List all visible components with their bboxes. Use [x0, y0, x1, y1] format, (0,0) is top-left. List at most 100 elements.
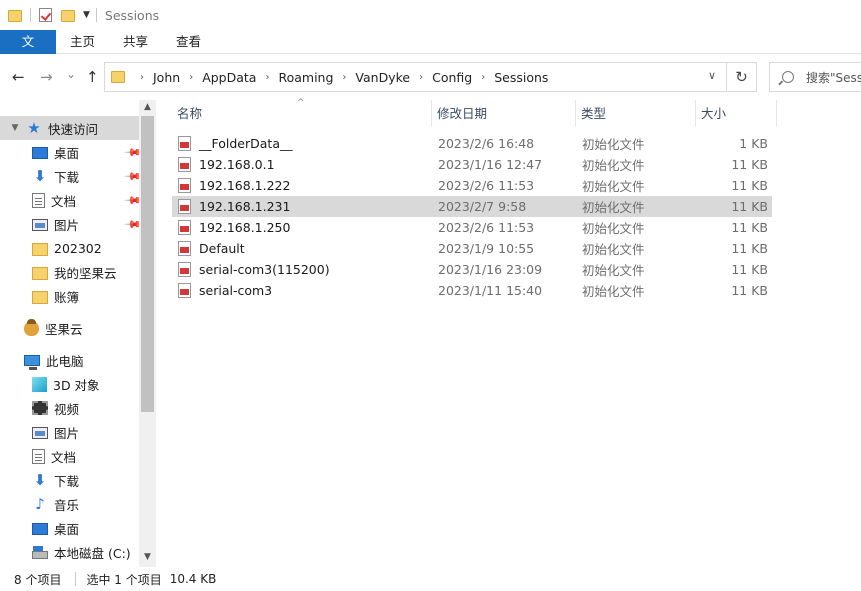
- chevron-down-icon[interactable]: ∨: [708, 69, 716, 82]
- folder-icon: [8, 8, 22, 22]
- sidebar-item-pictures[interactable]: 图片 📌: [0, 212, 142, 236]
- file-size: 11 KB: [731, 199, 768, 214]
- sidebar-item-label: 文档: [51, 449, 77, 465]
- tab-file[interactable]: 文件: [0, 30, 56, 73]
- sidebar-item-local-disk-c[interactable]: 本地磁盘 (C:): [0, 540, 139, 564]
- scroll-down-icon[interactable]: ▼: [139, 552, 156, 562]
- sidebar-item-my-nutstore[interactable]: 我的坚果云: [0, 260, 139, 284]
- video-icon: [32, 401, 48, 415]
- chevron-right-icon[interactable]: ›: [342, 72, 346, 83]
- properties-icon[interactable]: [39, 8, 53, 22]
- file-row[interactable]: 192.168.1.250 2023/2/6 11:53 初始化文件 11 KB: [172, 217, 772, 238]
- up-button[interactable]: ↑: [86, 68, 99, 86]
- new-folder-icon[interactable]: [61, 8, 75, 22]
- file-name: 192.168.1.250: [199, 220, 291, 235]
- file-row[interactable]: 192.168.1.222 2023/2/6 11:53 初始化文件 11 KB: [172, 175, 772, 196]
- sidebar-item-label: 音乐: [54, 497, 80, 513]
- file-name: 192.168.0.1: [199, 157, 275, 172]
- file-type: 初始化文件: [582, 179, 645, 194]
- chevron-right-icon[interactable]: ›: [265, 72, 269, 83]
- sidebar-item-pictures-pc[interactable]: 图片: [0, 420, 139, 444]
- chevron-right-icon[interactable]: ›: [419, 72, 423, 83]
- tab-share[interactable]: 共享: [109, 30, 162, 54]
- quick-access-dropdown-icon[interactable]: ▼: [83, 10, 90, 20]
- sidebar-item-documents[interactable]: 文档 📌: [0, 188, 142, 212]
- nutstore-icon: [24, 318, 39, 336]
- sidebar-item-documents-pc[interactable]: 文档: [0, 444, 139, 468]
- ini-file-icon: [178, 178, 191, 193]
- breadcrumb-item[interactable]: Config: [432, 70, 472, 85]
- file-size: 11 KB: [731, 220, 768, 235]
- sidebar-item-this-pc[interactable]: 此电脑: [0, 348, 139, 372]
- file-date: 2023/1/16 12:47: [438, 157, 543, 172]
- file-row[interactable]: Default 2023/1/9 10:55 初始化文件 11 KB: [172, 238, 772, 259]
- chevron-right-icon[interactable]: ›: [481, 72, 485, 83]
- file-list: __FolderData__ 2023/2/6 16:48 初始化文件 1 KB…: [172, 133, 772, 301]
- breadcrumb-item[interactable]: VanDyke: [355, 70, 410, 85]
- sidebar-scrollbar[interactable]: ▲ ▼: [139, 100, 156, 567]
- file-date: 2023/2/7 9:58: [438, 199, 527, 214]
- file-type: 初始化文件: [582, 221, 645, 236]
- sidebar-item-ledger[interactable]: 账簿: [0, 284, 139, 308]
- tab-home[interactable]: 主页: [56, 30, 109, 54]
- sidebar-item-label: 3D 对象: [53, 377, 100, 393]
- search-input[interactable]: 搜索"Sessions": [806, 69, 861, 86]
- sidebar-item-label: 文档: [51, 193, 77, 209]
- scroll-up-icon[interactable]: ▲: [139, 102, 156, 112]
- column-header-name[interactable]: ^ 名称: [172, 98, 432, 127]
- breadcrumb-item[interactable]: Sessions: [494, 70, 548, 85]
- breadcrumb-item[interactable]: AppData: [202, 70, 256, 85]
- file-type: 初始化文件: [582, 242, 645, 257]
- column-header-type[interactable]: 类型: [576, 100, 696, 127]
- file-type: 初始化文件: [582, 200, 645, 215]
- file-name: 192.168.1.222: [199, 178, 291, 193]
- ini-file-icon: [178, 262, 191, 277]
- file-row-selected[interactable]: 192.168.1.231 2023/2/7 9:58 初始化文件 11 KB: [172, 196, 772, 217]
- breadcrumb-item[interactable]: John: [153, 70, 180, 85]
- sidebar-item-downloads[interactable]: ⬇ 下载 📌: [0, 164, 143, 188]
- refresh-button[interactable]: ↻: [727, 62, 757, 92]
- sidebar-item-desktop-pc[interactable]: 桌面: [0, 516, 139, 540]
- column-header-date[interactable]: 修改日期: [432, 100, 576, 127]
- sidebar-item-downloads-pc[interactable]: ⬇ 下载: [0, 468, 139, 492]
- file-name: serial-com3(115200): [199, 262, 330, 277]
- chevron-right-icon[interactable]: ›: [189, 72, 193, 83]
- file-list-header: ^ 名称 修改日期 类型 大小: [172, 98, 777, 127]
- tab-view[interactable]: 查看: [162, 30, 215, 54]
- file-row[interactable]: 192.168.0.1 2023/1/16 12:47 初始化文件 11 KB: [172, 154, 772, 175]
- file-row[interactable]: __FolderData__ 2023/2/6 16:48 初始化文件 1 KB: [172, 133, 772, 154]
- search-box[interactable]: 搜索"Sessions": [769, 62, 861, 92]
- chevron-down-icon[interactable]: ▼: [8, 123, 22, 133]
- address-bar[interactable]: › John › AppData › Roaming › VanDyke › C…: [104, 62, 727, 92]
- sidebar-item-3d-objects[interactable]: 3D 对象: [0, 372, 139, 396]
- forward-button[interactable]: →: [40, 68, 53, 86]
- chevron-right-icon[interactable]: ›: [140, 72, 144, 83]
- status-bar: 8 个项目 选中 1 个项目 10.4 KB: [0, 567, 861, 591]
- sidebar-item-quick-access[interactable]: ▼ ★ 快速访问: [0, 116, 139, 140]
- sidebar-item-nutstore[interactable]: 坚果云: [0, 316, 139, 340]
- file-type: 初始化文件: [582, 158, 645, 173]
- sidebar-item-videos[interactable]: 视频: [0, 396, 139, 420]
- document-icon: [32, 448, 45, 464]
- breadcrumb-item[interactable]: Roaming: [278, 70, 333, 85]
- file-name: 192.168.1.231: [199, 199, 291, 214]
- sidebar-item-label: 视频: [54, 401, 80, 417]
- ini-file-icon: [178, 283, 191, 298]
- sidebar-item-label: 坚果云: [45, 321, 83, 337]
- download-icon: ⬇: [33, 471, 47, 489]
- sidebar-item-music[interactable]: ♪ 音乐: [0, 492, 139, 516]
- file-row[interactable]: serial-com3 2023/1/11 15:40 初始化文件 11 KB: [172, 280, 772, 301]
- sidebar-item-desktop[interactable]: 桌面 📌: [0, 140, 142, 164]
- back-button[interactable]: ←: [12, 68, 25, 86]
- desktop-icon: [32, 523, 48, 535]
- column-header-size[interactable]: 大小: [696, 100, 777, 127]
- recent-locations-button[interactable]: ⌄: [66, 67, 76, 81]
- divider: [75, 572, 77, 586]
- file-size: 11 KB: [731, 157, 768, 172]
- breadcrumb: › John › AppData › Roaming › VanDyke › C…: [131, 70, 548, 85]
- scrollbar-thumb[interactable]: [141, 116, 154, 412]
- sidebar-item-202302[interactable]: 202302: [0, 236, 139, 260]
- star-icon: ★: [27, 119, 41, 137]
- ini-file-icon: [178, 136, 191, 151]
- file-row[interactable]: serial-com3(115200) 2023/1/16 23:09 初始化文…: [172, 259, 772, 280]
